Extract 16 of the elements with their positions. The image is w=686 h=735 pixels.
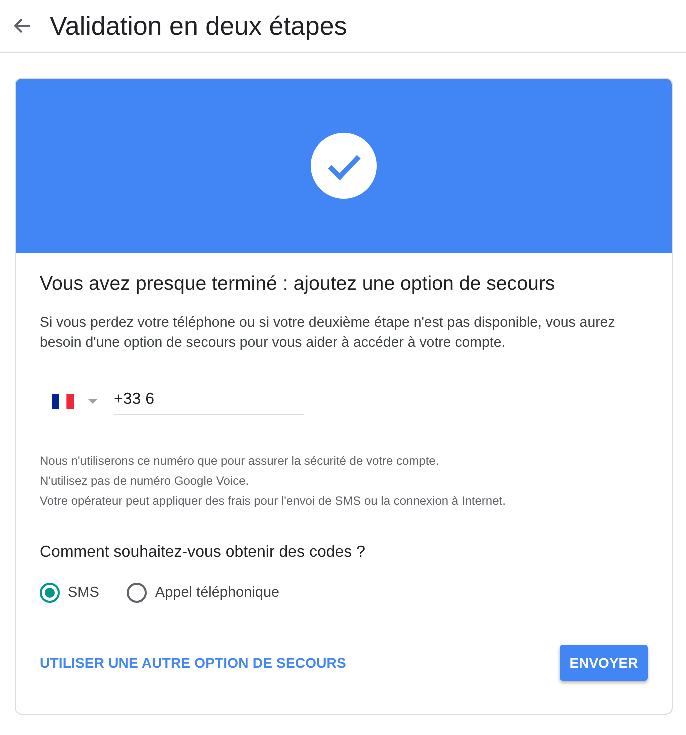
description-text: Si vous perdez votre téléphone ou si votre deuxième étape n'est pas disponible, vous aurez besoin d'une option de secours pour vous aider à accéder à votre compte. — [40, 314, 616, 353]
phone-input-field[interactable]: +33 6 — [114, 387, 304, 415]
caret-icon — [88, 398, 98, 404]
card-heading: Vous avez presque terminé : ajoutez une option de secours — [40, 272, 556, 297]
send-button[interactable]: ENVOYER — [560, 645, 648, 681]
radio-option[interactable]: Appel téléphonique — [127, 583, 280, 603]
note-text: Nous n'utiliserons ce numéro que pour assurer la sécurité de votre compte. — [40, 453, 440, 470]
radio-option[interactable]: SMS — [40, 583, 100, 603]
flag-icon — [52, 394, 74, 408]
alternative-option-link[interactable]: UTILISER UNE AUTRE OPTION DE SECOURS — [40, 655, 346, 671]
note-text: N'utilisez pas de numéro Google Voice. — [40, 473, 250, 490]
checkmark-icon — [311, 133, 377, 199]
question-text: Comment souhaitez-vous obtenir des codes ? — [40, 543, 367, 563]
note-text: Votre opérateur peut appliquer des frais pour l'envoi de SMS ou la connexion à Internet. — [40, 493, 507, 510]
back-arrow-icon[interactable] — [13, 17, 31, 35]
page-title: Validation en deux étapes — [50, 10, 348, 42]
